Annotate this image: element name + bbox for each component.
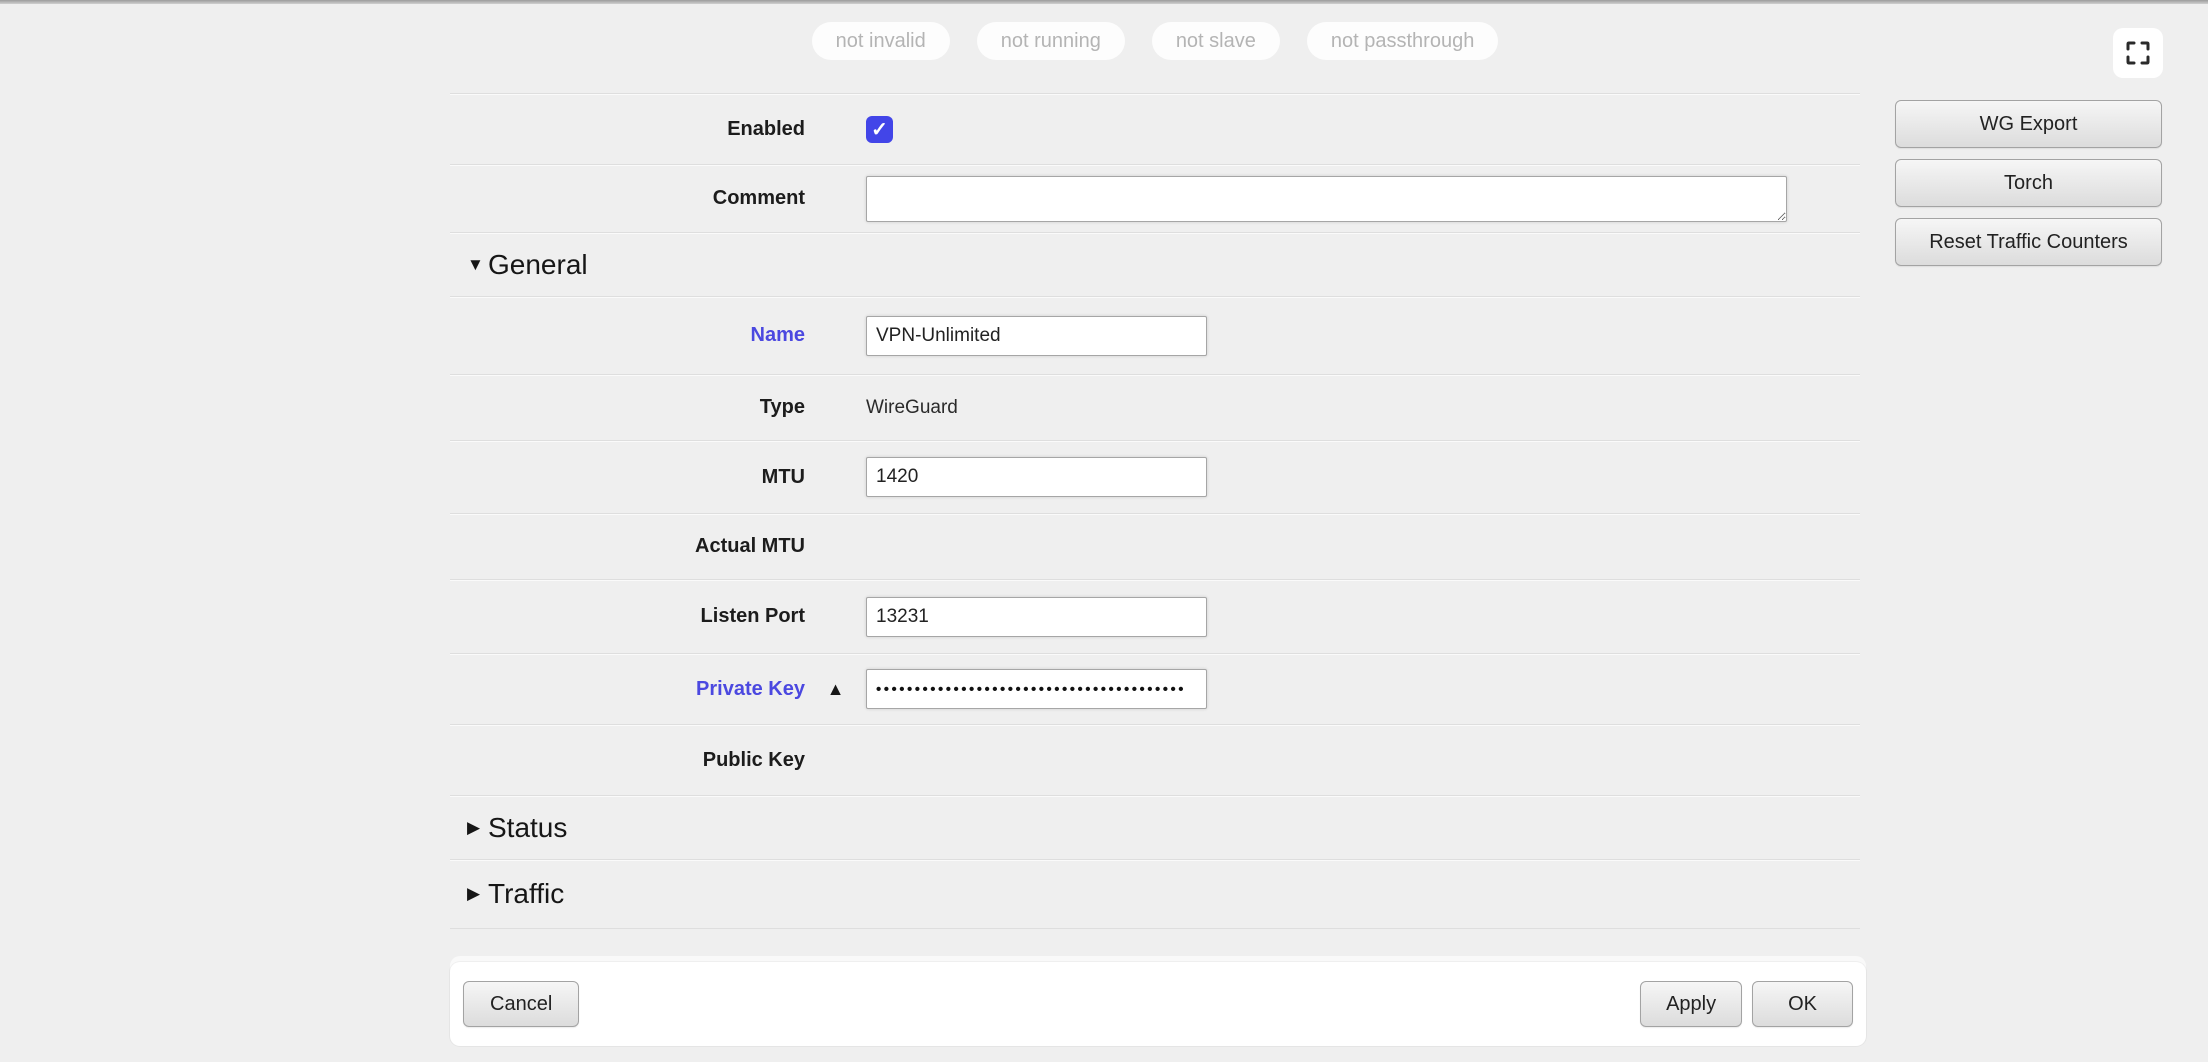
type-value: WireGuard	[866, 397, 958, 419]
type-row: Type WireGuard	[450, 374, 1860, 440]
section-title-status: Status	[488, 812, 567, 844]
status-badge: not running	[977, 22, 1125, 60]
interface-edit-form: Enabled ✓ Comment ▼ General Name Type Wi…	[450, 93, 1860, 929]
listen-port-input[interactable]	[866, 597, 1207, 637]
mtu-row: MTU	[450, 440, 1860, 513]
public-key-row: Public Key	[450, 724, 1860, 795]
reset-traffic-counters-button[interactable]: Reset Traffic Counters	[1895, 218, 2162, 266]
chevron-down-icon: ▼	[450, 255, 488, 275]
window-top-edge	[0, 0, 2208, 4]
private-key-row: Private Key ▲	[450, 653, 1860, 724]
type-label: Type	[450, 396, 805, 419]
listen-port-row: Listen Port	[450, 579, 1860, 653]
fullscreen-icon	[2126, 41, 2150, 65]
actual-mtu-label: Actual MTU	[450, 535, 805, 558]
wg-export-button[interactable]: WG Export	[1895, 100, 2162, 148]
status-badge: not passthrough	[1307, 22, 1498, 60]
enabled-checkbox[interactable]: ✓	[866, 116, 893, 143]
comment-input[interactable]	[866, 176, 1787, 222]
status-badge-row: not invalid not running not slave not pa…	[450, 22, 1860, 60]
public-key-label: Public Key	[450, 749, 805, 772]
private-key-hide-toggle-icon[interactable]: ▲	[827, 679, 845, 700]
section-header-traffic[interactable]: ▶ Traffic	[450, 859, 1860, 929]
chevron-right-icon: ▶	[450, 818, 488, 838]
name-input[interactable]	[866, 316, 1207, 356]
torch-button[interactable]: Torch	[1895, 159, 2162, 207]
chevron-right-icon: ▶	[450, 884, 488, 904]
section-header-status[interactable]: ▶ Status	[450, 795, 1860, 859]
fullscreen-button[interactable]	[2113, 28, 2163, 78]
name-row: Name	[450, 296, 1860, 374]
status-badge: not slave	[1152, 22, 1280, 60]
apply-button[interactable]: Apply	[1640, 981, 1742, 1027]
check-icon: ✓	[871, 117, 888, 142]
section-title-general: General	[488, 249, 588, 281]
private-key-input[interactable]	[866, 669, 1207, 709]
mtu-input[interactable]	[866, 457, 1207, 497]
enabled-row: Enabled ✓	[450, 93, 1860, 164]
status-badge: not invalid	[812, 22, 950, 60]
mtu-label: MTU	[450, 466, 805, 489]
cancel-button[interactable]: Cancel	[463, 981, 579, 1027]
private-key-label: Private Key	[450, 678, 805, 701]
comment-label: Comment	[450, 187, 805, 210]
actual-mtu-row: Actual MTU	[450, 513, 1860, 579]
ok-button[interactable]: OK	[1752, 981, 1853, 1027]
section-title-traffic: Traffic	[488, 878, 564, 910]
comment-row: Comment	[450, 164, 1860, 232]
side-action-buttons: WG Export Torch Reset Traffic Counters	[1895, 100, 2162, 266]
name-label: Name	[450, 324, 805, 347]
footer-action-bar: Cancel Apply OK	[450, 962, 1866, 1046]
listen-port-label: Listen Port	[450, 605, 805, 628]
section-header-general[interactable]: ▼ General	[450, 232, 1860, 296]
enabled-label: Enabled	[450, 118, 805, 141]
